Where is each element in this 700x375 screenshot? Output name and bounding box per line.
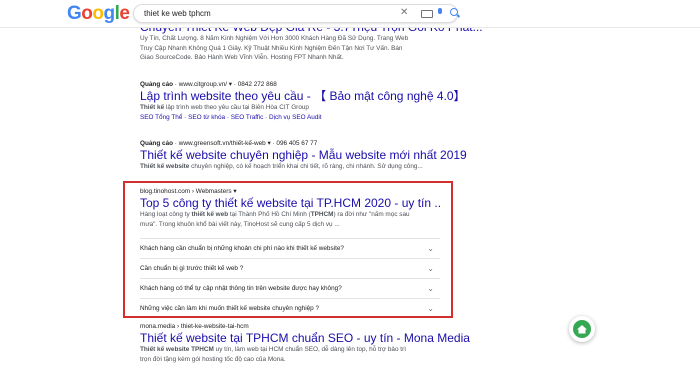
- sitelinks: SEO Tổng Thể · SEO từ khóa · SEO Traffic…: [140, 113, 322, 121]
- sitelink[interactable]: SEO Tổng Thể: [140, 114, 182, 121]
- result-snippet: Thiết kế lập trình web theo yêu cầu tại …: [140, 103, 466, 113]
- snippet-bold: Thiết kế: [140, 104, 165, 111]
- search-header: Google ✕: [0, 0, 700, 28]
- snippet-line: Hàng loạt công ty thiết kế web tại Thành…: [140, 210, 440, 220]
- snippet-line: Truy Cập Nhanh Không Quá 1 Giây. Kỹ Thuậ…: [140, 44, 403, 52]
- logo-letter: e: [119, 3, 130, 24]
- ad-label: Quảng cáo: [140, 81, 174, 88]
- chevron-down-icon[interactable]: ⌄: [427, 299, 434, 319]
- snippet-text: uy tín, làm web tại HCM chuẩn SEO, dễ dà…: [213, 346, 406, 353]
- snippet-line: Uy Tín, Chất Lượng. 8 Năm Kinh Nghiệm Vớ…: [140, 35, 409, 42]
- snippet-bold: thiết kế web: [191, 211, 229, 218]
- mic-icon[interactable]: [438, 8, 442, 14]
- snippet-bold: Thiết kế website: [140, 163, 190, 170]
- sitelink[interactable]: Dịch vụ SEO Audit: [269, 114, 322, 121]
- faq-item[interactable]: Khách hàng có thể tự cập nhật thông tin …: [140, 278, 440, 299]
- sitelink[interactable]: SEO từ khóa: [188, 114, 225, 121]
- ad-phone[interactable]: 096 405 67 77: [276, 140, 317, 147]
- result-mona: mona.media › thiet-ke-website-tai-hcm Th…: [140, 322, 470, 364]
- result-snippet: Thiết kế website TPHCM uy tín, làm web t…: [140, 345, 470, 364]
- snippet-line: Thiết kế website TPHCM uy tín, làm web t…: [140, 345, 470, 355]
- snippet-text: tại Thành Phố Hồ Chí Minh (: [228, 211, 311, 218]
- faq-question: Những việc cần làm khi muốn thiết kế web…: [140, 305, 320, 312]
- sitelink[interactable]: SEO Traffic: [231, 114, 264, 121]
- faq-item[interactable]: Những việc cần làm khi muốn thiết kế web…: [140, 298, 440, 319]
- snippet-text: lập trình web theo yêu cầu tại Biên Hòa …: [164, 104, 309, 111]
- snippet-line: trọn đời tặng kèm gói hosting tốc độ cao…: [140, 355, 286, 363]
- close-icon[interactable]: ✕: [400, 7, 408, 18]
- keyboard-icon[interactable]: [421, 10, 433, 18]
- snippet-bold: TPHCM: [310, 211, 334, 218]
- snippet-line: mưa". Trong khuôn khổ bài viết này, Tino…: [140, 220, 340, 228]
- snippet-bold: Thiết kế website TPHCM: [140, 346, 214, 353]
- ad-url[interactable]: www.citgroup.vn/: [179, 81, 227, 88]
- cite-domain: blog.tinohost.com: [140, 188, 191, 195]
- ad-header: Quảng cáo · www.citgroup.vn/ ▾ · 0842 27…: [140, 81, 277, 88]
- home-fab-button[interactable]: [569, 316, 595, 342]
- chevron-down-icon[interactable]: ⌄: [427, 279, 434, 299]
- ad-url[interactable]: www.greensoft.vn/thiết-kế-web: [179, 140, 266, 147]
- ad-phone[interactable]: 0842 272 868: [238, 81, 277, 88]
- result-ad-citgroup: Quảng cáo · www.citgroup.vn/ ▾ · 0842 27…: [140, 80, 466, 122]
- result-snippet: Thiết kế website chuyên nghiệp, có kế ho…: [140, 162, 470, 172]
- result-cite[interactable]: mona.media › thiet-ke-website-tai-hcm: [140, 322, 470, 331]
- logo-letter: g: [103, 3, 116, 24]
- result-title[interactable]: Thiết kế website chuyên nghiệp - Mẫu web…: [140, 148, 470, 162]
- snippet-text: ) ra đời như "nấm mọc sau: [333, 211, 410, 218]
- faq-question: Cần chuẩn bị gì trước thiết kế web ?: [140, 265, 244, 272]
- snippet-line: Giao SourceCode. Bảo Hành Web Vĩnh Viễn.…: [140, 54, 344, 61]
- featured-result-highlight: blog.tinohost.com › Webmasters ▾ Top 5 c…: [123, 181, 453, 318]
- logo-letter: o: [81, 3, 93, 24]
- chevron-down-icon[interactable]: ⌄: [427, 239, 434, 259]
- faq-question: Khách hàng cần chuẩn bị những khoản chi …: [140, 245, 344, 252]
- result-title[interactable]: Lập trình website theo yêu cầu - 【 Bảo m…: [140, 89, 466, 103]
- chevron-down-icon[interactable]: ⌄: [427, 259, 434, 279]
- ad-label: Quảng cáo: [140, 140, 174, 147]
- home-icon: [573, 320, 591, 338]
- search-icon[interactable]: [450, 8, 458, 16]
- result-ad-greensoft: Quảng cáo · www.greensoft.vn/thiết-kế-we…: [140, 139, 470, 172]
- faq-item[interactable]: Cần chuẩn bị gì trước thiết kế web ? ⌄: [140, 258, 440, 279]
- search-input[interactable]: [144, 6, 384, 20]
- featured-result: blog.tinohost.com › Webmasters ▾ Top 5 c…: [140, 187, 440, 229]
- faq-item[interactable]: Khách hàng cần chuẩn bị những khoản chi …: [140, 238, 440, 259]
- snippet-text: Hàng loạt công ty: [140, 211, 192, 218]
- snippet-text: chuyên nghiệp, có kế hoạch triển khai ch…: [189, 163, 423, 170]
- logo-letter: o: [92, 3, 104, 24]
- result-snippet: Uy Tín, Chất Lượng. 8 Năm Kinh Nghiệm Vớ…: [140, 34, 483, 63]
- result-cite[interactable]: blog.tinohost.com › Webmasters ▾: [140, 187, 440, 196]
- result-title[interactable]: Thiết kế website tại TPHCM chuẩn SEO - u…: [140, 331, 470, 345]
- result-snippet: Hàng loạt công ty thiết kế web tại Thành…: [140, 210, 440, 229]
- cite-path: Webmasters: [195, 188, 232, 195]
- ad-header: Quảng cáo · www.greensoft.vn/thiết-kế-we…: [140, 140, 318, 147]
- faq-question: Khách hàng có thể tự cập nhật thông tin …: [140, 285, 342, 292]
- result-title[interactable]: Top 5 công ty thiết kế website tại TP.HC…: [140, 196, 440, 210]
- logo-letter: G: [67, 3, 82, 24]
- google-logo[interactable]: Google: [67, 3, 130, 25]
- search-box: ✕: [133, 4, 458, 23]
